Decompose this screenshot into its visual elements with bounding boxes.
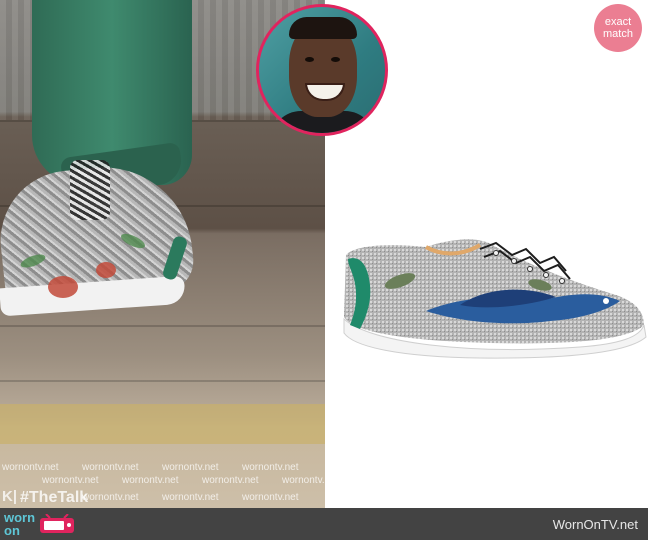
network-logo: K| — [2, 488, 18, 505]
watermark: wornontv.net — [162, 462, 219, 473]
tv-icon — [40, 514, 74, 533]
exact-match-badge: exact match — [594, 4, 642, 52]
portrait-eye — [331, 57, 340, 62]
celebrity-portrait — [256, 4, 388, 136]
watermark: wornontv.net — [162, 492, 219, 503]
sneaker-laces — [70, 160, 110, 220]
floor-line — [0, 325, 325, 327]
watermark: wornontv.net — [202, 475, 259, 486]
watermark: wornontv.net — [82, 492, 139, 503]
rose-print — [48, 276, 78, 298]
badge-line-2: match — [603, 28, 633, 40]
rose-print — [96, 262, 116, 278]
watermark: wornontv.net — [282, 475, 325, 486]
watermark: wornontv.net — [122, 475, 179, 486]
stage-strip — [0, 404, 325, 444]
show-hashtag: #TheTalk — [20, 489, 89, 506]
logo-on-tv: on tv — [4, 523, 20, 540]
product-sneaker-image[interactable] — [330, 225, 648, 365]
floor-line — [0, 380, 325, 382]
badge-line-1: exact — [604, 16, 632, 28]
portrait-eye — [305, 57, 314, 62]
portrait-hair — [289, 17, 357, 39]
watermark: wornontv.net — [242, 462, 299, 473]
page: wornontv.net wornontv.net wornontv.net w… — [0, 0, 648, 540]
watermark: wornontv.net — [242, 492, 299, 503]
footer-bar: worn on tv WornOnTV.net — [0, 508, 648, 540]
site-name[interactable]: WornOnTV.net — [553, 517, 638, 532]
bird-eye — [603, 298, 609, 304]
watermark: wornontv.net — [82, 462, 139, 473]
watermark: wornontv.net — [42, 475, 99, 486]
watermark: wornontv.net — [2, 462, 59, 473]
